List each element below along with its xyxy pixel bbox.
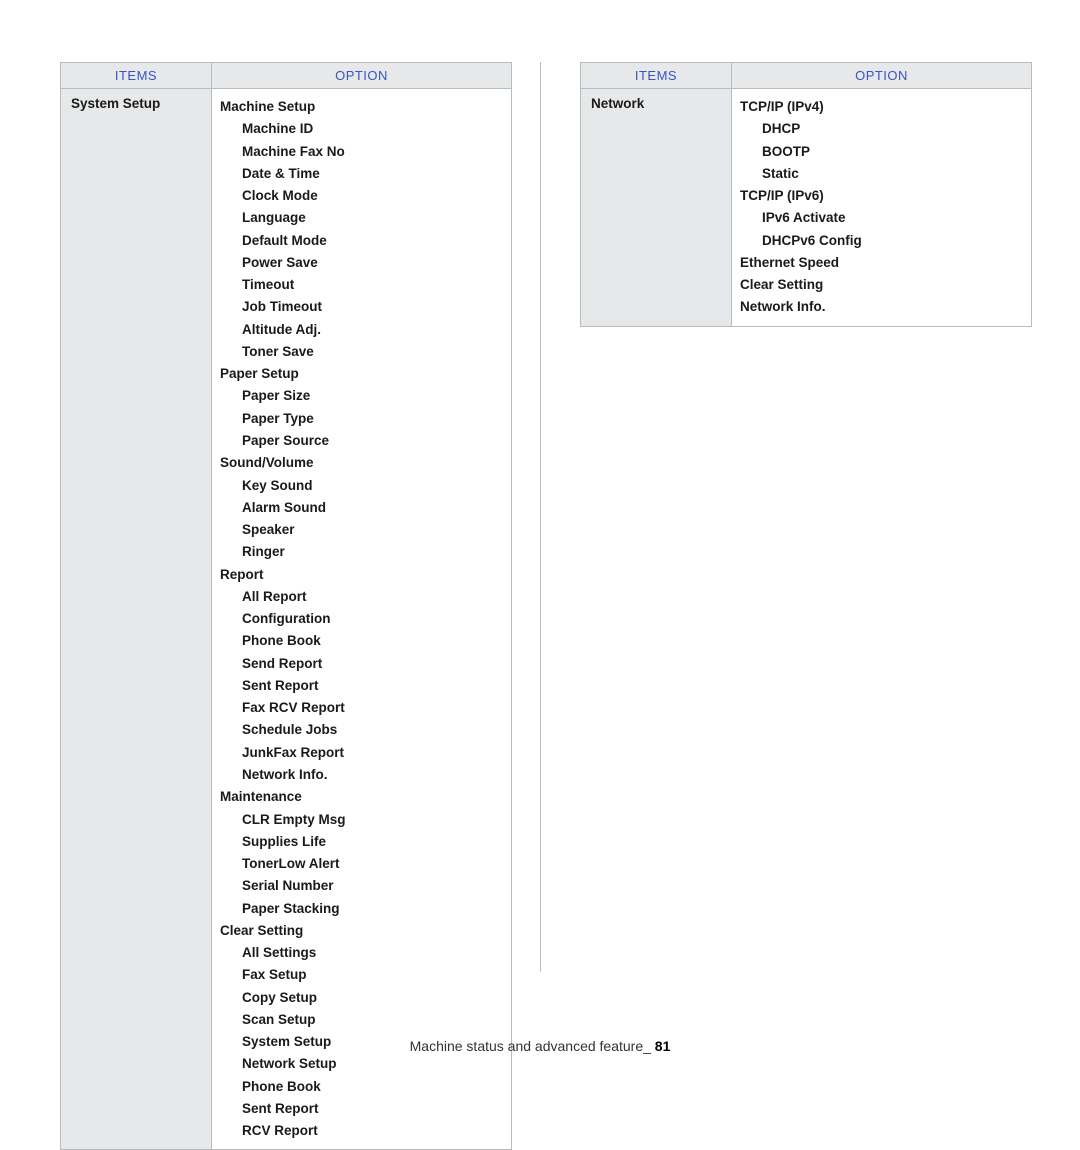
option-sub: Power Save	[220, 252, 503, 274]
option-group: Sound/Volume	[220, 452, 503, 474]
footer-text: Machine status and advanced feature_	[410, 1038, 655, 1054]
option-group: Maintenance	[220, 786, 503, 808]
option-sub: TonerLow Alert	[220, 853, 503, 875]
option-sub: JunkFax Report	[220, 742, 503, 764]
option-sub: Clock Mode	[220, 185, 503, 207]
option-group: Report	[220, 564, 503, 586]
option-line: Network Info.	[740, 296, 1023, 318]
option-sub: Supplies Life	[220, 831, 503, 853]
option-sub: Copy Setup	[220, 987, 503, 1009]
option-sub: CLR Empty Msg	[220, 809, 503, 831]
option-sub: Phone Book	[220, 1076, 503, 1098]
option-sub: Key Sound	[220, 475, 503, 497]
option-sub: Speaker	[220, 519, 503, 541]
option-line: Clear Setting	[740, 274, 1023, 296]
option-line: IPv6 Activate	[740, 207, 1023, 229]
option-line: BOOTP	[740, 141, 1023, 163]
option-sub: Network Info.	[220, 764, 503, 786]
option-sub: Ringer	[220, 541, 503, 563]
option-line: DHCP	[740, 118, 1023, 140]
option-sub: Send Report	[220, 653, 503, 675]
option-sub: Sent Report	[220, 675, 503, 697]
option-sub: Language	[220, 207, 503, 229]
network-table: ITEMS OPTION Network TCP/IP (IPv4)DHCPBO…	[580, 62, 1032, 327]
option-line: Ethernet Speed	[740, 252, 1023, 274]
header-option-r: OPTION	[732, 63, 1032, 89]
page: ITEMS OPTION System Setup Machine SetupM…	[0, 0, 1080, 1080]
option-sub: Date & Time	[220, 163, 503, 185]
option-sub: Scan Setup	[220, 1009, 503, 1031]
option-line: Static	[740, 163, 1023, 185]
option-sub: Paper Type	[220, 408, 503, 430]
option-sub: Configuration	[220, 608, 503, 630]
option-group: Paper Setup	[220, 363, 503, 385]
option-sub: Machine Fax No	[220, 141, 503, 163]
option-sub: Sent Report	[220, 1098, 503, 1120]
option-sub: RCV Report	[220, 1120, 503, 1142]
column-divider	[540, 62, 541, 972]
option-sub: Machine ID	[220, 118, 503, 140]
option-line: TCP/IP (IPv6)	[740, 185, 1023, 207]
option-sub: Fax RCV Report	[220, 697, 503, 719]
right-option-cell: TCP/IP (IPv4)DHCPBOOTPStaticTCP/IP (IPv6…	[732, 89, 1032, 327]
option-sub: Alarm Sound	[220, 497, 503, 519]
option-sub: Paper Source	[220, 430, 503, 452]
system-setup-table: ITEMS OPTION System Setup Machine SetupM…	[60, 62, 512, 1150]
footer-page-number: 81	[655, 1038, 671, 1054]
page-footer: Machine status and advanced feature_ 81	[0, 1038, 1080, 1054]
left-option-cell: Machine SetupMachine IDMachine Fax NoDat…	[212, 89, 512, 1150]
option-sub: Phone Book	[220, 630, 503, 652]
left-item-cell: System Setup	[61, 89, 212, 1150]
header-items-r: ITEMS	[581, 63, 732, 89]
option-sub: Serial Number	[220, 875, 503, 897]
right-column: ITEMS OPTION Network TCP/IP (IPv4)DHCPBO…	[580, 62, 1032, 1150]
left-column: ITEMS OPTION System Setup Machine SetupM…	[60, 62, 512, 1150]
option-sub: Network Setup	[220, 1053, 503, 1075]
right-item-cell: Network	[581, 89, 732, 327]
option-group: Clear Setting	[220, 920, 503, 942]
header-option: OPTION	[212, 63, 512, 89]
option-sub: Altitude Adj.	[220, 319, 503, 341]
header-items: ITEMS	[61, 63, 212, 89]
option-sub: Job Timeout	[220, 296, 503, 318]
option-sub: Schedule Jobs	[220, 719, 503, 741]
option-sub: Fax Setup	[220, 964, 503, 986]
option-line: TCP/IP (IPv4)	[740, 96, 1023, 118]
option-sub: Paper Size	[220, 385, 503, 407]
option-sub: Paper Stacking	[220, 898, 503, 920]
option-sub: All Report	[220, 586, 503, 608]
option-group: Machine Setup	[220, 96, 503, 118]
option-sub: Timeout	[220, 274, 503, 296]
option-line: DHCPv6 Config	[740, 230, 1023, 252]
option-sub: Toner Save	[220, 341, 503, 363]
option-sub: All Settings	[220, 942, 503, 964]
option-sub: Default Mode	[220, 230, 503, 252]
